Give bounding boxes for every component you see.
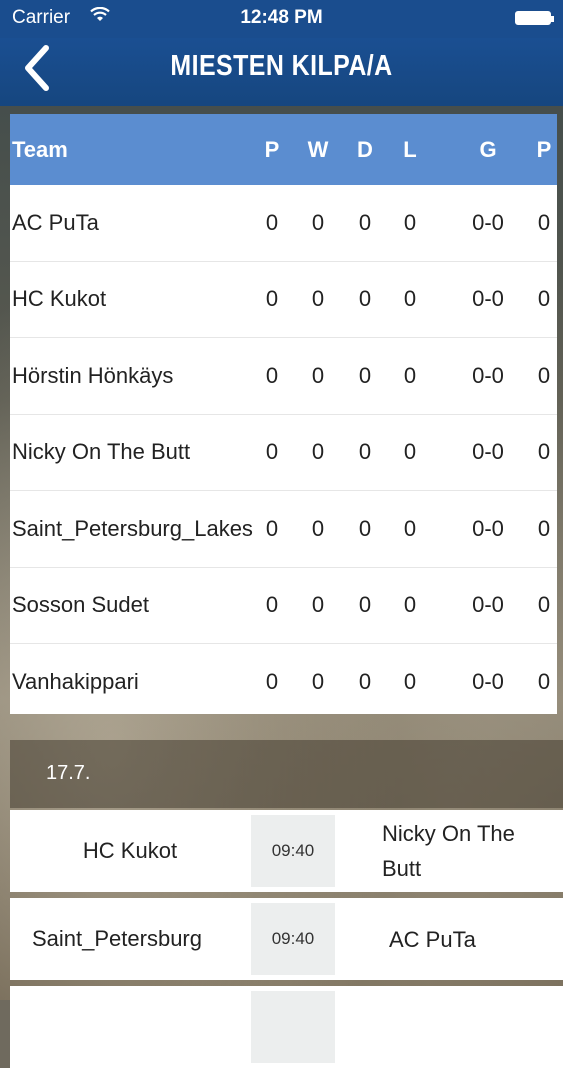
match-time: 09:40: [251, 815, 335, 887]
table-row[interactable]: Hörstin Hönkäys 0 0 0 0 0-0 0: [10, 338, 557, 415]
goals-value: 0-0: [472, 286, 504, 312]
match-time: 09:40: [251, 903, 335, 975]
table-header: Team P W D L G P: [10, 114, 557, 185]
team-name: Hörstin Hönkäys: [12, 362, 174, 388]
drawn-value: 0: [358, 286, 372, 312]
won-value: 0: [311, 515, 325, 541]
match-date: 17.7.: [46, 762, 91, 784]
won-value: 0: [311, 209, 325, 235]
table-row[interactable]: Sosson Sudet 0 0 0 0 0-0 0: [10, 568, 557, 644]
clock: 12:48 PM: [240, 7, 323, 28]
match-row[interactable]: Saint_Petersburg 09:40 AC PuTa: [10, 898, 563, 980]
goals-value: 0-0: [472, 362, 504, 388]
table-row[interactable]: Nicky On The Butt 0 0 0 0 0-0 0: [10, 415, 557, 491]
goals-value: 0-0: [472, 668, 504, 694]
lost-value: 0: [403, 286, 417, 312]
team-name: HC Kukot: [12, 286, 107, 312]
lost-value: 0: [403, 362, 417, 388]
header-goals: G: [479, 136, 497, 162]
played-value: 0: [265, 209, 279, 235]
played-value: 0: [265, 592, 279, 618]
played-value: 0: [265, 439, 279, 465]
goals-value: 0-0: [472, 439, 504, 465]
points-value: 0: [537, 362, 551, 388]
header-points: P: [536, 136, 552, 162]
drawn-value: 0: [358, 668, 372, 694]
header-played: P: [264, 136, 280, 162]
home-team: HC Kukot: [82, 838, 178, 863]
drawn-value: 0: [358, 515, 372, 541]
match-row[interactable]: HC Kukot 09:40 Nicky On The Butt: [10, 810, 563, 892]
points-value: 0: [537, 592, 551, 618]
lost-value: 0: [403, 592, 417, 618]
lost-value: 0: [403, 668, 417, 694]
away-team: Nicky On The Butt: [382, 821, 515, 881]
table-row[interactable]: AC PuTa 0 0 0 0 0-0 0: [10, 185, 557, 262]
won-value: 0: [311, 592, 325, 618]
table-row[interactable]: HC Kukot 0 0 0 0 0-0 0: [10, 262, 557, 338]
played-value: 0: [265, 515, 279, 541]
points-value: 0: [537, 286, 551, 312]
header-won: W: [307, 136, 329, 162]
team-name: Vanhakippari: [12, 668, 139, 694]
won-value: 0: [311, 668, 325, 694]
standings-table: Team P W D L G P AC PuTa 0 0 0 0 0-0 0 H…: [10, 114, 557, 714]
points-value: 0: [537, 209, 551, 235]
team-name: Sosson Sudet: [12, 592, 149, 618]
won-value: 0: [311, 362, 325, 388]
drawn-value: 0: [358, 439, 372, 465]
played-value: 0: [265, 362, 279, 388]
header-team: Team: [12, 136, 68, 162]
page-title: MIESTEN KILPA/A: [170, 50, 393, 82]
points-value: 0: [537, 668, 551, 694]
goals-value: 0-0: [472, 515, 504, 541]
team-name: Saint_Petersburg_Lakes: [12, 515, 253, 541]
drawn-value: 0: [358, 362, 372, 388]
goals-value: 0-0: [472, 592, 504, 618]
team-name: AC PuTa: [12, 209, 99, 235]
away-team: AC PuTa: [389, 926, 476, 952]
won-value: 0: [311, 439, 325, 465]
played-value: 0: [265, 286, 279, 312]
team-name: Nicky On The Butt: [12, 439, 191, 465]
points-value: 0: [537, 439, 551, 465]
points-value: 0: [537, 515, 551, 541]
header-lost: L: [403, 136, 417, 162]
home-team: Saint_Petersburg: [32, 926, 202, 951]
match-time: [251, 991, 335, 1063]
status-bar: Carrier 12:48 PM: [0, 0, 563, 38]
header-drawn: D: [357, 136, 373, 162]
lost-value: 0: [403, 515, 417, 541]
match-row[interactable]: [10, 986, 563, 1068]
navigation-bar: MIESTEN KILPA/A: [0, 38, 563, 106]
drawn-value: 0: [358, 592, 372, 618]
lost-value: 0: [403, 209, 417, 235]
won-value: 0: [311, 286, 325, 312]
goals-value: 0-0: [472, 209, 504, 235]
battery-icon: [515, 11, 554, 25]
table-row[interactable]: Vanhakippari 0 0 0 0 0-0 0: [10, 644, 557, 720]
date-header: 17.7.: [10, 740, 563, 808]
played-value: 0: [265, 668, 279, 694]
drawn-value: 0: [358, 209, 372, 235]
table-row[interactable]: Saint_Petersburg_Lakes 0 0 0 0 0-0 0: [10, 491, 557, 568]
lost-value: 0: [403, 439, 417, 465]
